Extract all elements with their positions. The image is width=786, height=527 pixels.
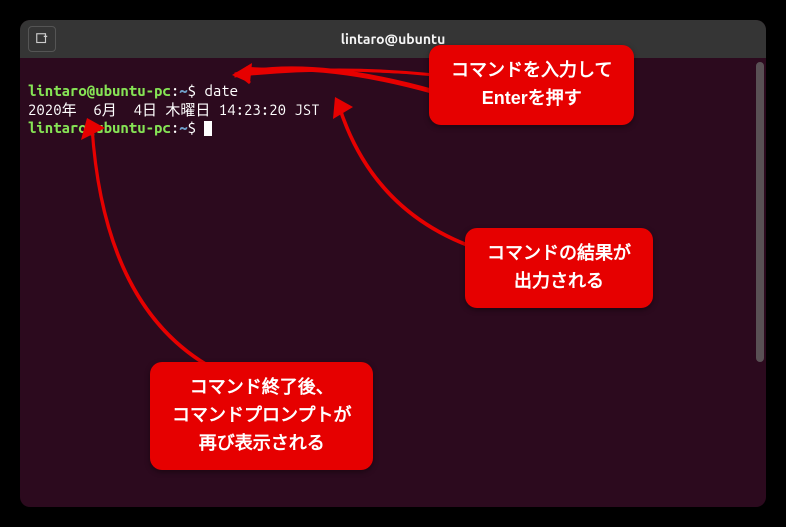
prompt-sep: : [171,82,179,99]
prompt-path: ~ [179,82,187,99]
callout-line: コマンドを入力して [451,57,612,85]
new-tab-icon [35,32,49,46]
callout-line: コマンド終了後、 [172,374,351,402]
new-tab-button[interactable] [28,26,56,52]
prompt-sigil: $ [188,82,196,99]
titlebar: lintaro@ubuntu [20,20,766,58]
prompt-user: lintaro@ubuntu-pc [28,82,171,99]
callout-line: 再び表示される [172,430,351,458]
window-title: lintaro@ubuntu [20,31,766,47]
scrollbar[interactable] [756,62,764,362]
callout-line: コマンドの結果が [487,240,631,268]
callout-line: コマンドプロンプトが [172,402,351,430]
callout-line: 出力される [487,268,631,296]
arrow-3 [85,118,285,378]
callout-output: コマンドの結果が 出力される [465,228,653,308]
callout-prompt-return: コマンド終了後、 コマンドプロンプトが 再び表示される [150,362,373,470]
prompt-line-1: lintaro@ubuntu-pc:~$ date [28,82,238,99]
